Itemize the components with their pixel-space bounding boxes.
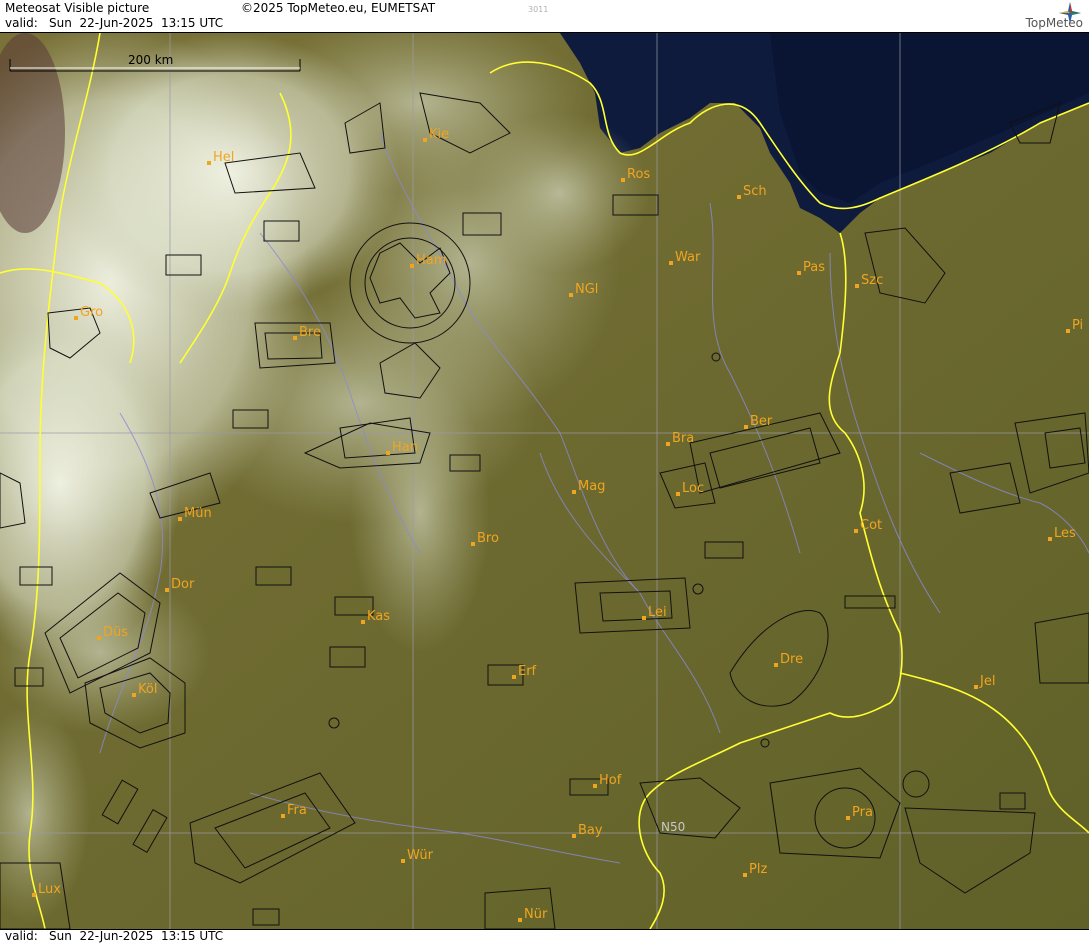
city-marker	[1066, 329, 1070, 333]
map-canvas: N50 KieHelRosSchHam WarPasSzcNGlGroBre P…	[0, 33, 1089, 929]
city-marker	[569, 293, 573, 297]
city-marker	[572, 834, 576, 838]
city-marker	[855, 284, 859, 288]
city-marker	[669, 261, 673, 265]
grid-label-n50: N50	[661, 820, 685, 834]
city-marker	[132, 693, 136, 697]
city-marker	[401, 859, 405, 863]
city-label: Lei	[648, 605, 667, 620]
city-marker	[518, 918, 522, 922]
city-label: Bre	[299, 325, 321, 340]
valid-time: Sun 22-Jun-2025 13:15 UTC	[49, 16, 224, 30]
city-marker	[361, 620, 365, 624]
satellite-map[interactable]: N50 Kie Hel Ros Sch Ham War Pas Szc NGl …	[0, 33, 1089, 929]
city-label: Fra	[287, 803, 307, 818]
city-label: Jel	[979, 674, 995, 689]
city-marker	[281, 814, 285, 818]
city-label: Sch	[743, 184, 767, 199]
city-label: Szc	[861, 273, 883, 288]
city-marker	[386, 451, 390, 455]
city-ham[interactable]: Ham	[410, 253, 446, 268]
city-label: Gro	[80, 305, 103, 320]
city-label: Les	[1054, 526, 1076, 541]
city-marker	[737, 195, 741, 199]
city-marker	[512, 675, 516, 679]
city-marker	[621, 178, 625, 182]
city-label: Ber	[750, 414, 773, 429]
city-label: Bay	[578, 823, 603, 838]
topmeteo-logo[interactable]: TopMeteo	[987, 2, 1083, 32]
city-label: Pas	[803, 260, 825, 275]
city-mün[interactable]: Mün	[178, 506, 212, 521]
city-marker	[32, 893, 36, 897]
city-marker	[854, 529, 858, 533]
city-label: Ros	[627, 167, 650, 182]
city-label: Han	[392, 440, 418, 455]
city-marker	[178, 517, 182, 521]
city-label: Bro	[477, 531, 499, 546]
city-label: Loc	[682, 481, 704, 496]
city-label: Dre	[780, 652, 803, 667]
city-marker	[797, 271, 801, 275]
header-bar: Meteosat Visible picture ©2025 TopMeteo.…	[0, 0, 1089, 33]
city-label: Pi	[1072, 318, 1083, 333]
city-label: Dor	[171, 577, 195, 592]
city-marker	[97, 636, 101, 640]
scale-label: 200 km	[128, 53, 173, 67]
valid-label: valid:	[5, 16, 38, 30]
city-marker	[165, 588, 169, 592]
city-label: Lux	[38, 882, 61, 897]
city-label: Kie	[429, 127, 449, 142]
frame-id: 3011	[528, 5, 549, 14]
city-marker	[423, 138, 427, 142]
city-marker	[74, 316, 78, 320]
city-label: Nür	[524, 907, 548, 922]
city-marker	[572, 490, 576, 494]
city-marker	[774, 663, 778, 667]
city-label: Ham	[416, 253, 446, 268]
city-label: Cot	[860, 518, 882, 533]
city-label: Mag	[578, 479, 605, 494]
footer-valid-time: Sun 22-Jun-2025 13:15 UTC	[49, 929, 224, 943]
city-marker	[1048, 537, 1052, 541]
city-marker	[593, 784, 597, 788]
city-marker	[744, 425, 748, 429]
city-marker	[676, 492, 680, 496]
city-marker	[642, 616, 646, 620]
city-label: Bra	[672, 431, 694, 446]
city-marker	[666, 442, 670, 446]
city-marker	[207, 161, 211, 165]
city-marker	[293, 336, 297, 340]
city-label: Köl	[138, 682, 157, 697]
city-label: NGl	[575, 282, 598, 297]
city-mag[interactable]: Mag	[572, 479, 605, 494]
city-label: Düs	[103, 625, 128, 640]
city-label: Pra	[852, 805, 873, 820]
city-marker	[410, 264, 414, 268]
city-marker	[743, 873, 747, 877]
city-label: Hof	[599, 773, 622, 788]
footer-valid-label: valid:	[5, 929, 38, 943]
map-title: Meteosat Visible picture	[5, 1, 150, 15]
city-label: Wür	[407, 848, 434, 863]
city-marker	[846, 816, 850, 820]
city-label: Erf	[518, 664, 537, 679]
city-label: Plz	[749, 862, 767, 877]
city-label: Hel	[213, 150, 234, 165]
city-marker	[471, 542, 475, 546]
footer-bar: valid: Sun 22-Jun-2025 13:15 UTC	[0, 929, 1089, 943]
copyright-text: ©2025 TopMeteo.eu, EUMETSAT	[241, 1, 436, 15]
city-label: Kas	[367, 609, 390, 624]
city-marker	[974, 685, 978, 689]
city-label: War	[675, 250, 701, 265]
city-label: Mün	[184, 506, 212, 521]
logo-text: TopMeteo	[1025, 16, 1083, 30]
